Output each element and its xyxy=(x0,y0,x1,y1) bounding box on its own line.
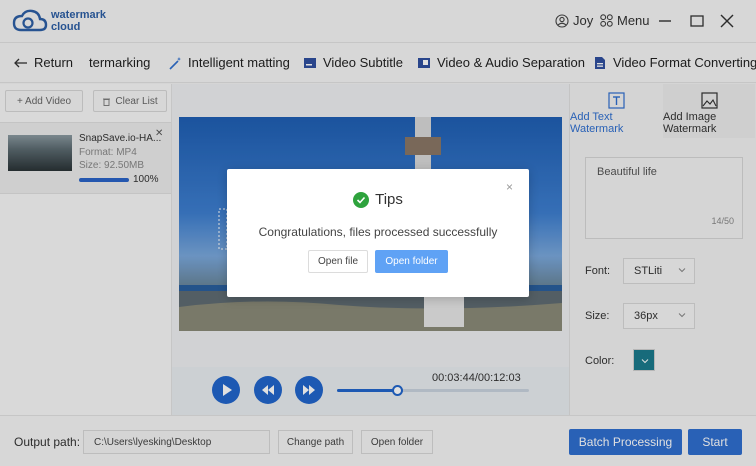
tips-dialog: × Tips Congratulations, files processed … xyxy=(227,169,529,297)
dialog-open-file-label: Open file xyxy=(317,256,359,267)
dialog-open-file-button[interactable]: Open file xyxy=(308,250,368,273)
dialog-message: Congratulations, files processed success… xyxy=(258,225,498,239)
dialog-open-folder-button[interactable]: Open folder xyxy=(375,250,448,273)
dialog-title-text: Tips xyxy=(375,191,403,208)
success-check-icon xyxy=(353,191,370,208)
dialog-title: Tips xyxy=(227,191,529,208)
dialog-open-folder-label: Open folder xyxy=(385,256,438,267)
